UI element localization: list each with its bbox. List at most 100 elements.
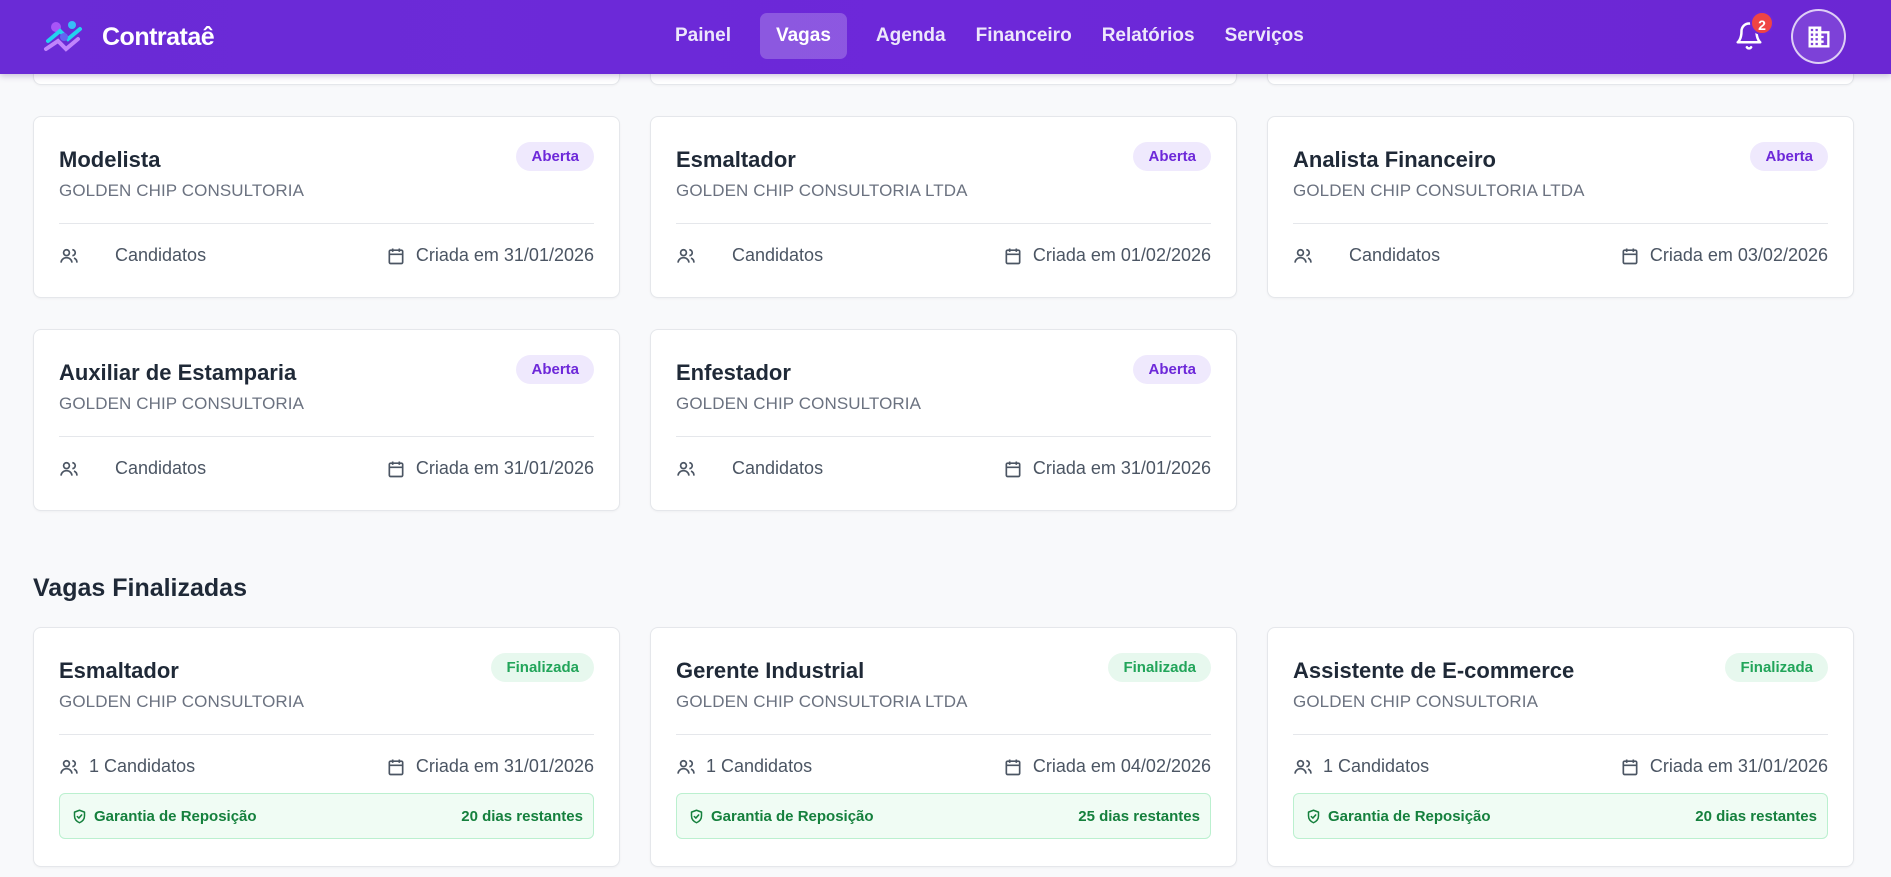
job-company: GOLDEN CHIP CONSULTORIA [676, 394, 922, 413]
created-date-info: Criada em 04/02/2026 [1003, 756, 1211, 777]
calendar-icon [1005, 248, 1021, 264]
nav-relatorios[interactable]: Relatórios [1087, 13, 1210, 59]
candidates-label: Candidatos [1349, 245, 1441, 265]
status-badge: Aberta [1750, 142, 1828, 171]
job-title: Analista Financeiro [1293, 147, 1496, 172]
created-date-info: Criada em 01/02/2026 [1003, 245, 1211, 266]
finished-job-card[interactable]: Gerente Industrial GOLDEN CHIP CONSULTOR… [650, 627, 1237, 867]
created-date-info: Criada em 31/01/2026 [386, 756, 594, 777]
guarantee-remaining: 25 dias restantes [1078, 807, 1200, 825]
notification-count-badge: 2 [1750, 11, 1774, 35]
job-title: Esmaltador [59, 658, 179, 683]
created-date: Criada em 01/02/2026 [1032, 245, 1211, 265]
job-card[interactable]: Enfestador GOLDEN CHIP CONSULTORIA Abert… [650, 329, 1237, 511]
candidates-info: Candidatos [59, 458, 206, 479]
job-title: Enfestador [676, 360, 791, 385]
candidates-label: Candidatos [115, 458, 207, 478]
users-icon [677, 759, 695, 774]
created-date: Criada em 31/01/2026 [1032, 458, 1211, 478]
job-company: GOLDEN CHIP CONSULTORIA [1293, 692, 1539, 711]
calendar-icon [1622, 248, 1638, 264]
candidates-label: Candidatos [732, 245, 824, 265]
nav-agenda[interactable]: Agenda [861, 13, 961, 59]
status-badge: Aberta [1133, 355, 1211, 384]
divider [676, 223, 1211, 224]
calendar-icon [1005, 759, 1021, 775]
divider [59, 436, 594, 437]
job-card[interactable]: Analista Financeiro GOLDEN CHIP CONSULTO… [1267, 116, 1854, 298]
shield-check-icon [1307, 809, 1320, 823]
shield-check-icon [690, 809, 703, 823]
status-badge: Finalizada [491, 653, 594, 682]
users-icon [1294, 759, 1312, 774]
users-icon [677, 461, 695, 476]
created-date-info: Criada em 31/01/2026 [1003, 458, 1211, 479]
created-date-info: Criada em 31/01/2026 [386, 245, 594, 266]
created-date: Criada em 31/01/2026 [1649, 756, 1828, 776]
users-icon [60, 759, 78, 774]
guarantee-label: Garantia de Reposição [1328, 807, 1491, 825]
job-card[interactable]: Modelista GOLDEN CHIP CONSULTORIA Aberta… [33, 116, 620, 298]
status-badge: Finalizada [1108, 653, 1211, 682]
finished-job-card[interactable]: Esmaltador GOLDEN CHIP CONSULTORIA Final… [33, 627, 620, 867]
divider [59, 223, 594, 224]
nav-financeiro[interactable]: Financeiro [961, 13, 1087, 59]
candidates-info: 1 Candidatos [676, 756, 812, 777]
candidates-count: 1 Candidatos [706, 756, 813, 776]
job-title: Esmaltador [676, 147, 796, 172]
job-title: Gerente Industrial [676, 658, 865, 683]
candidates-info: Candidatos [1293, 245, 1440, 266]
guarantee-label: Garantia de Reposição [94, 807, 257, 825]
status-badge: Finalizada [1725, 653, 1828, 682]
brand-logo-icon [44, 21, 82, 52]
job-company: GOLDEN CHIP CONSULTORIA [59, 181, 305, 200]
nav-servicos[interactable]: Serviços [1210, 13, 1319, 59]
created-date-info: Criada em 31/01/2026 [1620, 756, 1828, 777]
job-company: GOLDEN CHIP CONSULTORIA LTDA [676, 181, 968, 200]
status-badge: Aberta [516, 142, 594, 171]
job-company: GOLDEN CHIP CONSULTORIA LTDA [1293, 181, 1585, 200]
calendar-icon [388, 461, 404, 477]
job-company: GOLDEN CHIP CONSULTORIA LTDA [676, 692, 968, 711]
created-date-info: Criada em 03/02/2026 [1620, 245, 1828, 266]
job-title: Auxiliar de Estamparia [59, 360, 297, 385]
created-date: Criada em 03/02/2026 [1649, 245, 1828, 265]
created-date: Criada em 31/01/2026 [415, 458, 594, 478]
finished-job-card[interactable]: Assistente de E-commerce GOLDEN CHIP CON… [1267, 627, 1854, 867]
candidates-label: Candidatos [115, 245, 207, 265]
calendar-icon [388, 248, 404, 264]
finished-jobs-heading: Vagas Finalizadas [33, 574, 247, 602]
brand[interactable]: Contrataê [42, 14, 215, 60]
shield-check-icon [73, 809, 86, 823]
calendar-icon [1005, 461, 1021, 477]
created-date: Criada em 31/01/2026 [415, 756, 594, 776]
candidates-info: Candidatos [676, 245, 823, 266]
job-company: GOLDEN CHIP CONSULTORIA [59, 692, 305, 711]
job-title: Modelista [59, 147, 161, 172]
calendar-icon [1622, 759, 1638, 775]
candidates-info: Candidatos [676, 458, 823, 479]
candidates-info: 1 Candidatos [59, 756, 195, 777]
users-icon [677, 248, 695, 263]
guarantee-remaining: 20 dias restantes [461, 807, 583, 825]
building-icon [1808, 26, 1829, 47]
company-avatar[interactable] [1791, 9, 1846, 64]
divider [59, 734, 594, 735]
brand-name: Contrataê [102, 22, 215, 51]
candidates-count: 1 Candidatos [1323, 756, 1430, 776]
candidates-info: 1 Candidatos [1293, 756, 1429, 777]
status-badge: Aberta [1133, 142, 1211, 171]
users-icon [60, 248, 78, 263]
top-navbar: Contrataê Painel Vagas Agenda Financeiro… [0, 0, 1891, 74]
job-card[interactable]: Auxiliar de Estamparia GOLDEN CHIP CONSU… [33, 329, 620, 511]
job-card[interactable]: Esmaltador GOLDEN CHIP CONSULTORIA LTDA … [650, 116, 1237, 298]
nav-vagas[interactable]: Vagas [759, 13, 847, 59]
job-company: GOLDEN CHIP CONSULTORIA [59, 394, 305, 413]
status-badge: Aberta [516, 355, 594, 384]
created-date: Criada em 04/02/2026 [1032, 756, 1211, 776]
nav-painel[interactable]: Painel [660, 13, 746, 59]
candidates-info: Candidatos [59, 245, 206, 266]
divider [676, 436, 1211, 437]
divider [676, 734, 1211, 735]
created-date-info: Criada em 31/01/2026 [386, 458, 594, 479]
